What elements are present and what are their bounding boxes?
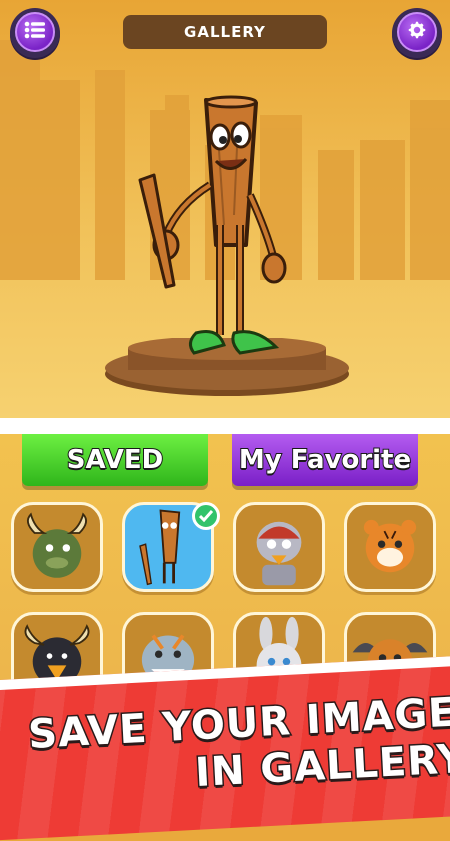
gallery-item-tiger-cub[interactable] (344, 502, 436, 592)
hero-preview: GALLERY (0, 0, 450, 418)
list-icon (24, 21, 46, 43)
gear-icon (406, 19, 428, 45)
tab-my-favorite[interactable]: My Favorite (232, 434, 418, 486)
tab-saved[interactable]: SAVED (22, 434, 208, 486)
gallery-item-dino-bull[interactable] (11, 502, 103, 592)
selected-check-icon (192, 502, 220, 530)
bat-character-illustration (128, 95, 298, 363)
settings-button[interactable] (392, 8, 442, 58)
page-title: GALLERY (123, 15, 327, 49)
menu-button[interactable] (10, 8, 60, 58)
section-divider (0, 418, 450, 434)
gallery-item-armored-duck[interactable] (233, 502, 325, 592)
